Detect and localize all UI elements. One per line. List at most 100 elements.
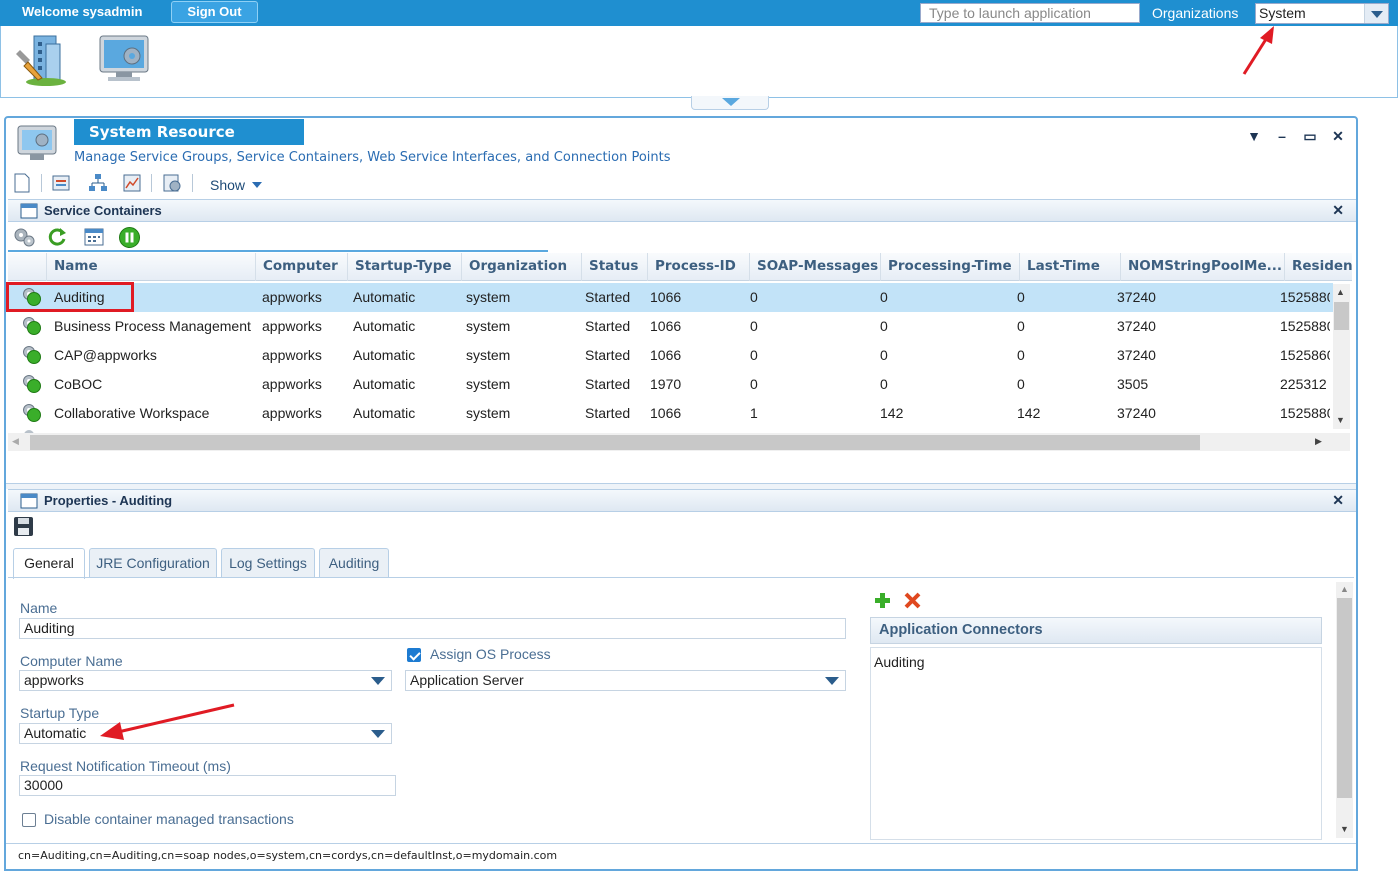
scroll-left-icon[interactable]: ◀ xyxy=(12,436,19,447)
close-panel-icon[interactable]: ✕ xyxy=(1332,202,1344,219)
refresh-icon[interactable] xyxy=(47,227,67,247)
save-icon[interactable] xyxy=(13,516,34,537)
new-document-icon[interactable] xyxy=(12,173,32,193)
cell-soap: 0 xyxy=(750,289,758,305)
table-row[interactable]: Auditing appworks Automatic system Started 10… xyxy=(8,283,1333,312)
cell-ptime: 0 xyxy=(880,318,888,334)
window-title: System Resource Manager xyxy=(74,119,304,167)
disable-transactions-checkbox[interactable] xyxy=(22,813,36,827)
timeout-input[interactable]: 30000 xyxy=(19,775,396,796)
column-header-organization[interactable]: Organization xyxy=(462,253,582,281)
grid-horizontal-scroll-thumb[interactable] xyxy=(30,435,1200,450)
chevron-down-icon[interactable] xyxy=(365,671,391,690)
properties-scroll-thumb[interactable] xyxy=(1337,598,1352,798)
cell-startup: Automatic xyxy=(353,376,416,392)
scroll-right-icon[interactable]: ▶ xyxy=(1315,436,1322,447)
column-header-last-time[interactable]: Last-Time xyxy=(1020,253,1121,281)
add-icon[interactable] xyxy=(874,592,891,609)
column-header-processing-time[interactable]: Processing-Time xyxy=(881,253,1020,281)
annotation-arrow-top xyxy=(1242,26,1274,75)
tab-auditing[interactable]: Auditing xyxy=(319,548,389,578)
os-process-value: Application Server xyxy=(410,672,524,688)
column-header-computer[interactable]: Computer xyxy=(256,253,348,281)
cell-ptime: 0 xyxy=(880,347,888,363)
service-container-icon xyxy=(23,346,41,364)
computer-name-select[interactable]: appworks xyxy=(19,670,392,691)
chevron-down-icon[interactable] xyxy=(1364,4,1388,23)
tab-jre-configuration[interactable]: JRE Configuration xyxy=(89,548,217,578)
building-tools-icon[interactable] xyxy=(16,32,68,88)
minimize-icon[interactable]: – xyxy=(1274,128,1290,144)
service-container-icon xyxy=(23,404,41,422)
name-input[interactable]: Auditing xyxy=(19,618,846,639)
pause-icon[interactable] xyxy=(119,227,140,248)
computer-name-label: Computer Name xyxy=(20,653,123,669)
window-menu-icon[interactable]: ▼ xyxy=(1246,128,1262,144)
cell-pid: 1066 xyxy=(650,405,682,421)
chevron-down-icon[interactable] xyxy=(365,724,391,743)
cell-computer: appworks xyxy=(262,318,322,334)
cell-resident: 1525880 xyxy=(1280,405,1330,421)
table-row[interactable]: Business Process Management appworks Autom… xyxy=(8,312,1333,341)
scroll-down-icon[interactable]: ▼ xyxy=(1340,824,1349,834)
scroll-down-icon[interactable]: ▼ xyxy=(1336,415,1345,425)
table-row[interactable]: Collaborative Workspace appworks Automatic… xyxy=(8,399,1333,428)
service-group-icon[interactable] xyxy=(51,173,71,193)
chart-icon[interactable] xyxy=(122,173,142,193)
settings-document-icon[interactable] xyxy=(162,173,182,193)
table-row[interactable]: CAP@appworks appworks Automatic system Start… xyxy=(8,341,1333,370)
scroll-up-icon[interactable]: ▲ xyxy=(1340,584,1349,594)
hierarchy-icon[interactable] xyxy=(88,173,108,193)
table-row[interactable]: CoBOC appworks Automatic system Started 1970 0… xyxy=(8,370,1333,399)
os-process-select[interactable]: Application Server xyxy=(405,670,846,691)
cell-org: system xyxy=(466,405,511,421)
organization-select[interactable]: System xyxy=(1255,3,1389,24)
startup-type-value: Automatic xyxy=(24,725,87,741)
cell-ltime: 0 xyxy=(1017,289,1025,305)
grid-vertical-scroll-thumb[interactable] xyxy=(1334,302,1349,330)
chevron-down-icon[interactable] xyxy=(819,671,845,690)
delete-icon[interactable] xyxy=(904,592,921,609)
tab-general[interactable]: General xyxy=(13,548,85,579)
monitor-gear-icon[interactable] xyxy=(98,34,150,84)
column-header-nomstringpool[interactable]: NOMStringPoolMe... xyxy=(1121,253,1285,281)
cell-nom: 37240 xyxy=(1117,289,1156,305)
window-subtitle: Manage Service Groups, Service Container… xyxy=(74,150,671,165)
caret-down-icon[interactable] xyxy=(252,182,262,188)
column-header-status[interactable]: Status xyxy=(582,253,648,281)
toolbar-separator xyxy=(192,174,193,192)
application-connectors-list: Auditing xyxy=(870,647,1322,840)
cell-ptime: 0 xyxy=(880,376,888,392)
name-label: Name xyxy=(20,600,58,616)
assign-os-process-label: Assign OS Process xyxy=(430,646,551,662)
column-header-resident[interactable]: Resident xyxy=(1285,253,1352,281)
assign-os-process-checkbox[interactable] xyxy=(407,648,421,662)
sign-out-button[interactable]: Sign Out xyxy=(171,1,258,23)
startup-type-label: Startup Type xyxy=(20,705,100,721)
disable-transactions-label: Disable container managed transactions xyxy=(44,811,294,827)
column-header-soap-messages[interactable]: SOAP-Messages xyxy=(750,253,881,281)
cell-status: Started xyxy=(585,405,631,421)
list-item[interactable]: Auditing xyxy=(874,654,925,670)
column-header-name[interactable]: Name xyxy=(47,253,256,281)
launcher-area xyxy=(0,26,1398,98)
tab-log-settings[interactable]: Log Settings xyxy=(221,548,315,578)
launch-application-input[interactable]: Type to launch application xyxy=(920,3,1140,23)
progress-line xyxy=(8,250,548,252)
maximize-icon[interactable]: ▭ xyxy=(1302,128,1318,144)
cell-nom: 3505 xyxy=(1117,376,1149,392)
close-panel-icon[interactable]: ✕ xyxy=(1332,492,1344,509)
show-menu-button[interactable]: Show xyxy=(210,177,245,193)
cell-name: CAP@appworks xyxy=(54,347,157,363)
cell-startup: Automatic xyxy=(353,318,416,334)
calendar-icon[interactable] xyxy=(84,227,104,247)
close-window-icon[interactable]: ✕ xyxy=(1330,128,1346,144)
column-header-startup-type[interactable]: Startup-Type xyxy=(348,253,462,281)
collapse-launcher-button[interactable] xyxy=(691,96,769,110)
scroll-up-icon[interactable]: ▲ xyxy=(1336,287,1345,297)
column-header-process-id[interactable]: Process-ID xyxy=(648,253,750,281)
cell-status: Started xyxy=(585,376,631,392)
cell-soap: 0 xyxy=(750,376,758,392)
gears-icon[interactable] xyxy=(13,227,35,247)
cell-resident: 1525880 xyxy=(1280,289,1330,305)
